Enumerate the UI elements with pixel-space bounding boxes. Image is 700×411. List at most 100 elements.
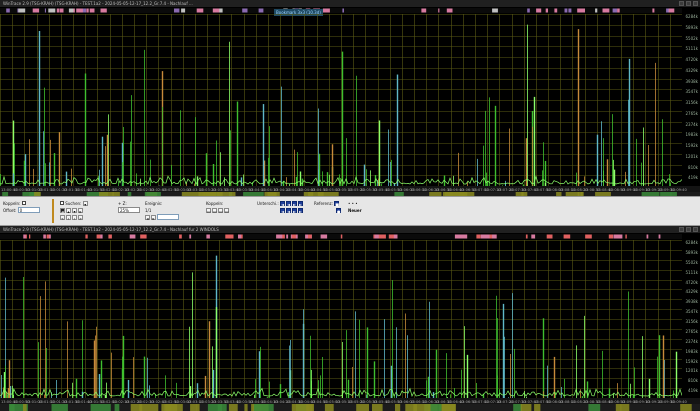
event-slider[interactable] — [157, 214, 179, 220]
y-axis-tick-label: 5111k — [685, 269, 699, 275]
trace-toolbar: Koppeln: Offset: 0 Suchen: ▾ ◂ ▴ ▾ ▸ «‹ ›» +… — [0, 196, 700, 226]
kopplung-checkbox[interactable] — [21, 201, 26, 205]
status-segment — [680, 404, 692, 411]
top-trace-pane: WinTrace 2.9 (TSG-KRAH) (TSG-KRAH) - TES… — [0, 0, 700, 196]
view-c-button[interactable]: ▭ — [218, 207, 223, 214]
view-a-button[interactable]: ▭ — [206, 207, 211, 214]
y-axis-tick-label: 419k — [688, 388, 698, 394]
status-segment — [130, 404, 143, 411]
y-axis-tick-label: 3938k — [685, 299, 699, 305]
status-segment — [90, 404, 111, 411]
event-marker — [666, 8, 669, 13]
event-marker — [291, 234, 296, 239]
zoom-select[interactable]: 25% — [118, 207, 140, 213]
event-marker — [286, 234, 289, 239]
status-segment — [161, 404, 178, 411]
event-marker — [602, 8, 610, 13]
event-marker — [129, 234, 136, 239]
event-marker — [554, 8, 558, 13]
y-axis-tick-label: 5893k — [685, 249, 699, 255]
neuer-label[interactable]: Neuer — [348, 208, 362, 213]
view-d-button[interactable]: ▭ — [224, 207, 229, 214]
diff-last-button[interactable]: ► — [297, 200, 303, 207]
event-prev-button[interactable]: ◂ — [145, 214, 150, 221]
close-icon[interactable] — [693, 227, 698, 232]
bottom-marker-bar[interactable] — [0, 234, 682, 239]
top-plot-area[interactable] — [0, 14, 682, 186]
event-marker — [454, 234, 461, 239]
status-segment — [254, 404, 274, 411]
event-marker — [568, 8, 572, 13]
minimize-icon[interactable] — [679, 1, 684, 6]
bottom-plot-area[interactable] — [0, 240, 682, 398]
top-trace-chart[interactable] — [0, 14, 682, 186]
event-marker — [658, 234, 661, 239]
bottom-y-axis: 6284k 5893k 5502k 5111k 4720k 4329k 3938k 3547k… — [682, 240, 700, 398]
event-marker — [260, 8, 264, 13]
event-next-button[interactable]: ▸ — [151, 214, 156, 221]
event-marker — [536, 8, 542, 13]
event-marker — [59, 8, 64, 13]
search-options-button[interactable]: ▾ — [82, 200, 88, 207]
checkbox-a[interactable] — [60, 201, 64, 205]
status-segment — [217, 404, 223, 411]
y-axis-tick-label: 4720k — [685, 57, 699, 62]
search-right-button[interactable]: › — [72, 214, 77, 221]
y-axis-tick-label: 3156k — [685, 319, 699, 324]
status-segment — [244, 404, 248, 411]
top-marker-bar[interactable] — [0, 8, 682, 13]
diff-next-button[interactable]: ► — [291, 200, 297, 207]
event-marker — [527, 8, 530, 13]
event-marker — [189, 234, 192, 239]
event-marker — [421, 8, 427, 13]
event-marker — [212, 8, 220, 13]
event-marker — [308, 234, 312, 239]
suchen-label: Suchen: — [65, 200, 82, 206]
marker-bar-graphic — [23, 234, 661, 239]
event-marker — [89, 8, 95, 13]
event-marker — [585, 234, 592, 239]
diff-up-first-button[interactable]: ◄ — [280, 207, 285, 214]
offset-input[interactable]: 0 — [17, 207, 40, 213]
event-marker — [43, 234, 46, 239]
status-segment — [405, 404, 418, 411]
status-segment — [620, 404, 630, 411]
unterschied-group: Unterschi.: ◄ ◄ ► ► ◄ ◄ ► ► — [257, 199, 304, 214]
view-b-button[interactable]: ▭ — [212, 207, 217, 214]
search-prev-button[interactable]: ◂ — [60, 207, 65, 214]
minimize-icon[interactable] — [679, 227, 684, 232]
trace-baseline — [0, 387, 682, 397]
unterschied-label: Unterschi.: — [257, 200, 279, 206]
bottom-pane-title-bar: WinTrace 2.9 (TSG-KRAH) (TSG-KRAH) - TES… — [0, 226, 700, 233]
neuer-group: • • • Neuer — [348, 199, 362, 213]
diff-up-prev-button[interactable]: ◄ — [286, 207, 291, 214]
event-marker — [325, 8, 330, 13]
search-first-button[interactable]: « — [60, 214, 65, 221]
search-last-button[interactable]: » — [78, 214, 83, 221]
event-marker — [595, 8, 598, 13]
maximize-icon[interactable] — [686, 227, 691, 232]
reference-lock-icon[interactable]: ● — [336, 207, 341, 214]
diff-first-button[interactable]: ◄ — [279, 200, 285, 207]
close-icon[interactable] — [693, 1, 698, 6]
y-axis-tick-label: 5111k — [685, 46, 699, 52]
status-segment — [9, 404, 15, 411]
bottom-trace-chart[interactable] — [0, 240, 682, 398]
event-marker — [174, 8, 180, 13]
diff-prev-button[interactable]: ◄ — [285, 200, 291, 207]
event-marker — [476, 234, 481, 239]
diff-up-next-button[interactable]: ► — [292, 207, 297, 214]
diff-up-last-button[interactable]: ► — [298, 207, 303, 214]
event-marker — [241, 234, 243, 239]
search-up-button[interactable]: ▴ — [66, 207, 71, 214]
search-left-button[interactable]: ‹ — [66, 214, 71, 221]
maximize-icon[interactable] — [686, 1, 691, 6]
bottom-pane-title: WinTrace 2.9 (TSG-KRAH) (TSG-KRAH) - TES… — [3, 227, 219, 232]
event-marker — [652, 8, 655, 13]
event-marker — [378, 234, 384, 239]
y-axis-tick-label: 4329k — [685, 67, 699, 73]
event-marker — [96, 234, 101, 239]
search-down-button[interactable]: ▾ — [72, 207, 77, 214]
search-next-button[interactable]: ▸ — [78, 207, 83, 214]
reference-button[interactable]: ■ — [334, 200, 340, 207]
